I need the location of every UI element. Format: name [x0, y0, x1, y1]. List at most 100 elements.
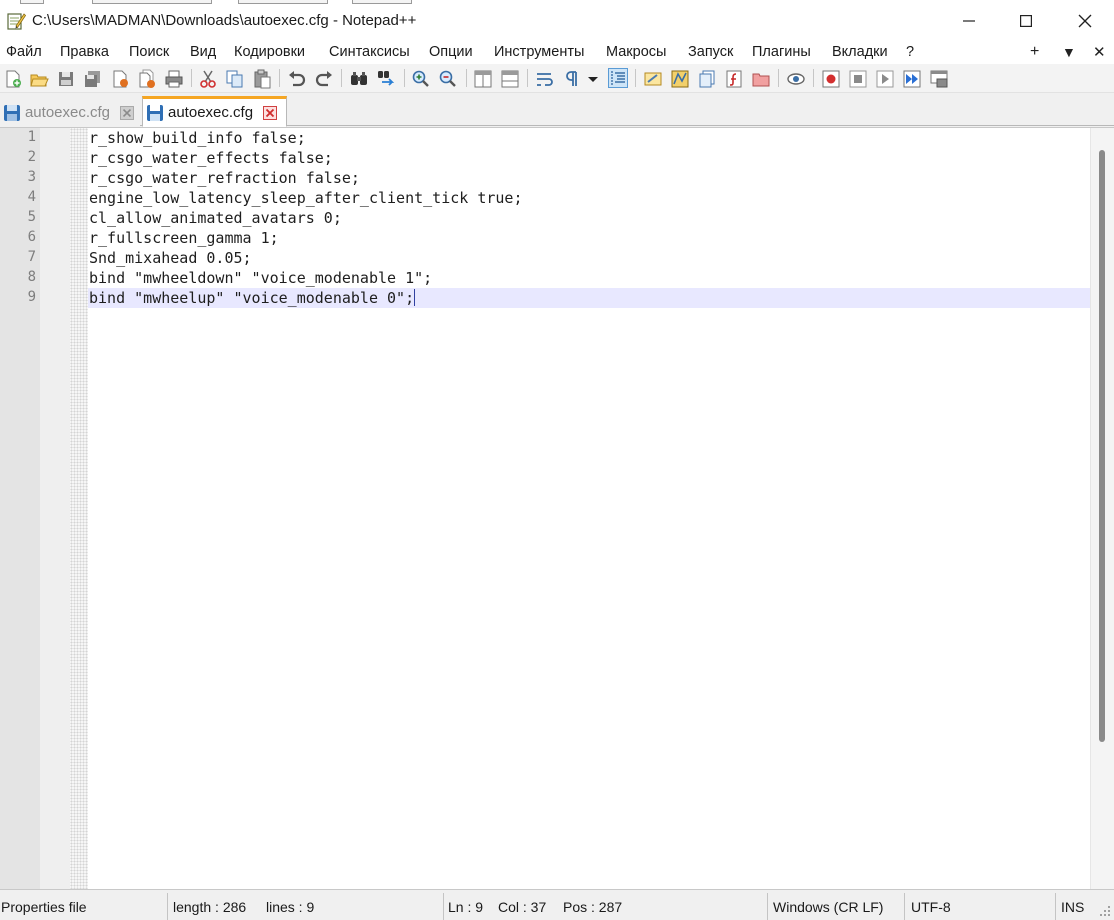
find-button[interactable]: [348, 68, 368, 88]
folder-workspace-button[interactable]: [750, 68, 770, 88]
resize-grip-icon[interactable]: [1097, 904, 1111, 918]
redo-button[interactable]: [313, 68, 333, 88]
menu-edit[interactable]: Правка: [60, 44, 109, 60]
notepadpp-window: C:\Users\MADMAN\Downloads\autoexec.cfg -…: [0, 0, 1114, 920]
line-number: 1: [27, 129, 36, 145]
menu-macro[interactable]: Макросы: [606, 44, 666, 60]
redo-icon: [315, 71, 332, 87]
document-map-icon: [671, 70, 689, 88]
close-file-button[interactable]: [109, 68, 129, 88]
toolbar-separator: [466, 69, 467, 87]
word-wrap-button[interactable]: [534, 68, 554, 88]
zoom-out-button[interactable]: [437, 68, 457, 88]
sync-vertical-button[interactable]: [472, 68, 492, 88]
close-icon: [1078, 14, 1092, 28]
code-line[interactable]: r_show_build_info false;: [88, 128, 1090, 148]
indent-guide-button[interactable]: [608, 68, 628, 88]
tab-autoexec-cfg-1[interactable]: autoexec.cfg: [0, 99, 140, 126]
line-number: 3: [27, 169, 36, 185]
cut-button[interactable]: [197, 68, 217, 88]
print-button[interactable]: [163, 68, 183, 88]
saved-file-icon: [147, 104, 163, 121]
maximize-button[interactable]: [997, 0, 1055, 42]
menu-plugins[interactable]: Плагины: [752, 44, 811, 60]
close-tab-icon[interactable]: [263, 105, 278, 120]
toolbar-separator: [191, 69, 192, 87]
add-tab-button[interactable]: +: [1030, 43, 1039, 61]
toolbar-separator: [778, 69, 779, 87]
status-insert-mode[interactable]: INS: [1061, 899, 1084, 915]
document-list-button[interactable]: [696, 68, 716, 88]
save-button[interactable]: [55, 68, 75, 88]
stop-macro-icon: [849, 70, 867, 88]
sync-horizontal-button[interactable]: [499, 68, 519, 88]
zoom-in-button[interactable]: [410, 68, 430, 88]
run-macro-multiple-button[interactable]: [901, 68, 921, 88]
open-file-button[interactable]: [28, 68, 49, 88]
menu-help[interactable]: ?: [906, 44, 914, 60]
line-number: 8: [27, 269, 36, 285]
document-map-button[interactable]: [669, 68, 689, 88]
code-line[interactable]: engine_low_latency_sleep_after_client_ti…: [88, 188, 1090, 208]
status-separator: [167, 893, 168, 920]
code-line[interactable]: Snd_mixahead 0.05;: [88, 248, 1090, 268]
close-tab-menu-button[interactable]: ✕: [1093, 43, 1106, 61]
menu-tools[interactable]: Инструменты: [494, 44, 584, 60]
toolbar-separator: [635, 69, 636, 87]
tab-autoexec-cfg-2[interactable]: autoexec.cfg: [142, 96, 287, 127]
close-tab-icon[interactable]: [120, 105, 134, 120]
undo-icon: [289, 71, 306, 87]
close-file-icon: [113, 70, 128, 88]
tab-list-dropdown[interactable]: ▼: [1062, 44, 1076, 60]
code-line[interactable]: bind "mwheeldown" "voice_modenable 1";: [88, 268, 1090, 288]
show-symbol-dropdown[interactable]: [585, 68, 599, 88]
cut-icon: [200, 70, 216, 88]
save-macro-button[interactable]: [928, 68, 948, 88]
undo-button[interactable]: [286, 68, 306, 88]
vertical-scrollbar[interactable]: [1090, 128, 1114, 890]
current-code-line[interactable]: bind "mwheelup" "voice_modenable 0";: [88, 288, 1090, 308]
save-icon: [59, 72, 73, 86]
minimize-button[interactable]: [940, 0, 998, 42]
menu-file[interactable]: Файл: [6, 44, 42, 60]
menu-search[interactable]: Поиск: [129, 44, 169, 60]
status-position: Pos : 287: [563, 899, 623, 915]
udl-button[interactable]: [642, 68, 662, 88]
tab-label: autoexec.cfg: [168, 104, 254, 121]
menu-encoding[interactable]: Кодировки: [234, 44, 305, 60]
menu-view[interactable]: Вид: [190, 44, 216, 60]
line-number: 7: [27, 249, 36, 265]
record-macro-button[interactable]: [820, 68, 840, 88]
close-all-button[interactable]: [136, 68, 156, 88]
function-list-button[interactable]: [723, 68, 743, 88]
show-all-characters-button[interactable]: [561, 68, 581, 88]
status-eol[interactable]: Windows (CR LF): [773, 899, 883, 915]
saved-file-icon: [3, 104, 20, 121]
editor-area[interactable]: 1 2 3 4 5 6 7 8 9 r_show_build_info fals…: [0, 127, 1114, 890]
replace-button[interactable]: [375, 68, 395, 88]
copy-button[interactable]: [224, 68, 244, 88]
code-line[interactable]: r_fullscreen_gamma 1;: [88, 228, 1090, 248]
status-bar: Properties file length : 286 lines : 9 L…: [0, 889, 1114, 920]
monitoring-button[interactable]: [785, 68, 805, 88]
play-macro-button[interactable]: [874, 68, 894, 88]
paste-icon: [254, 69, 271, 89]
menu-settings[interactable]: Опции: [429, 44, 473, 60]
menu-language[interactable]: Синтаксисы: [329, 44, 410, 60]
scrollbar-thumb[interactable]: [1099, 150, 1105, 742]
code-line[interactable]: r_csgo_water_refraction false;: [88, 168, 1090, 188]
menu-window[interactable]: Вкладки: [832, 44, 888, 60]
close-window-button[interactable]: [1056, 0, 1114, 42]
code-line[interactable]: cl_allow_animated_avatars 0;: [88, 208, 1090, 228]
code-line[interactable]: r_csgo_water_effects false;: [88, 148, 1090, 168]
find-icon: [351, 72, 367, 85]
stop-macro-button[interactable]: [847, 68, 867, 88]
save-all-button[interactable]: [82, 68, 102, 88]
status-file-type: Properties file: [1, 899, 87, 915]
paste-button[interactable]: [251, 68, 271, 89]
fold-margin[interactable]: [70, 128, 88, 890]
status-encoding[interactable]: UTF-8: [911, 899, 951, 915]
menu-run[interactable]: Запуск: [688, 44, 733, 60]
new-file-button[interactable]: [2, 68, 22, 88]
bookmark-margin[interactable]: [40, 128, 70, 890]
